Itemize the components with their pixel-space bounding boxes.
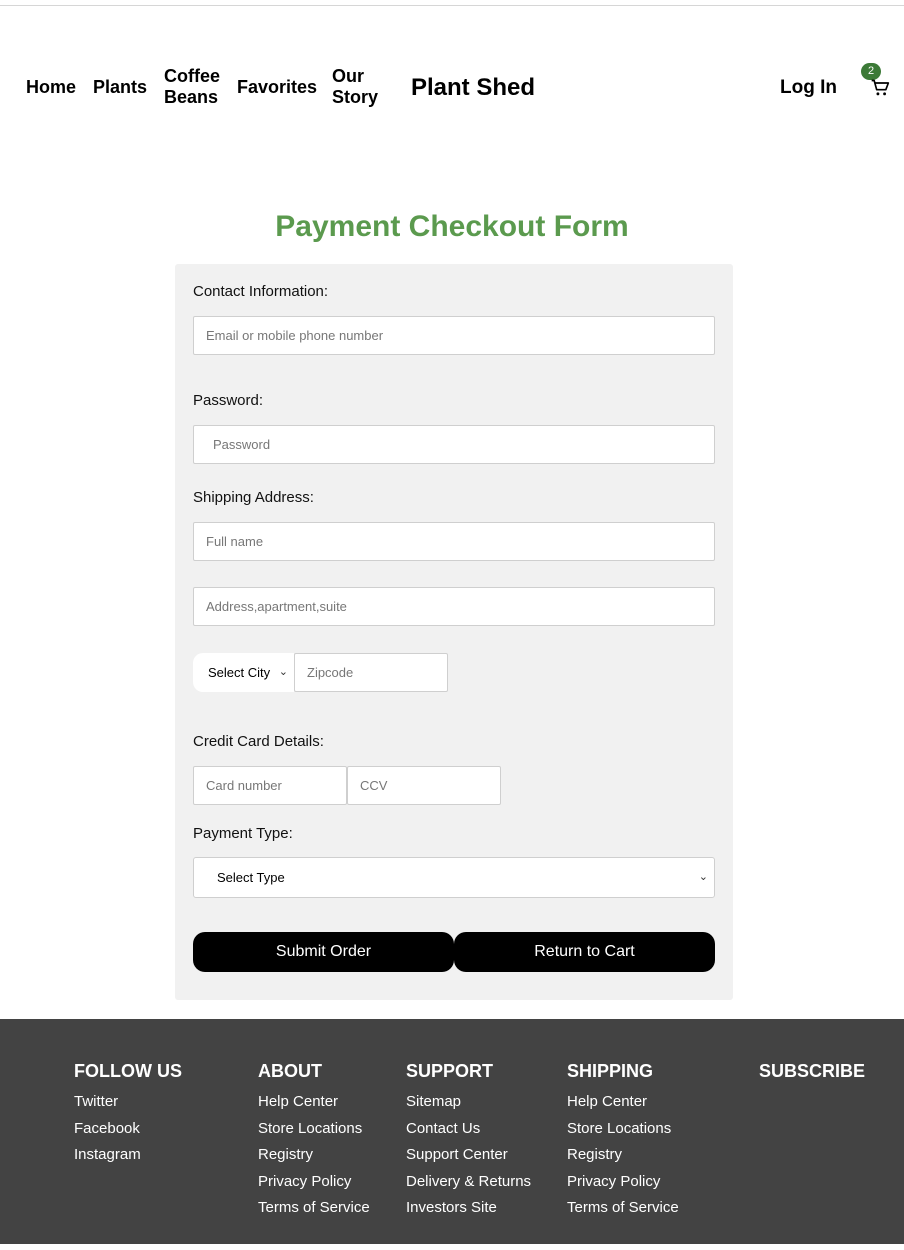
- chevron-down-icon: ⌄: [278, 666, 288, 678]
- contact-label: Contact Information:: [193, 283, 329, 300]
- top-divider: [0, 5, 904, 6]
- footer-column-follow-us: FOLLOW US Twitter Facebook Instagram: [74, 1061, 182, 1173]
- nav-home[interactable]: Home: [26, 77, 76, 98]
- footer-link-twitter[interactable]: Twitter: [74, 1093, 182, 1110]
- footer-link[interactable]: Store Locations: [567, 1120, 679, 1137]
- login-link[interactable]: Log In: [780, 77, 837, 99]
- checkout-form-panel: Contact Information: Password: Shipping …: [175, 264, 733, 1000]
- footer-column-subscribe: SUBSCRIBE: [759, 1061, 865, 1093]
- payment-type-value: Select Type: [217, 870, 285, 885]
- footer-link[interactable]: Investors Site: [406, 1199, 531, 1216]
- chevron-down-icon: ⌄: [698, 871, 708, 883]
- card-number-input[interactable]: [193, 766, 347, 805]
- shopping-cart-icon[interactable]: [870, 78, 890, 98]
- nav-plants[interactable]: Plants: [93, 77, 147, 98]
- footer-heading[interactable]: SUBSCRIBE: [759, 1061, 865, 1081]
- footer-link[interactable]: Help Center: [567, 1093, 679, 1110]
- ccv-input[interactable]: [347, 766, 501, 805]
- footer-link-facebook[interactable]: Facebook: [74, 1120, 182, 1137]
- submit-order-button[interactable]: Submit Order: [193, 932, 454, 972]
- city-select-value: Select City: [208, 665, 271, 680]
- footer-link[interactable]: Terms of Service: [258, 1199, 370, 1216]
- footer-link[interactable]: Store Locations: [258, 1120, 370, 1137]
- nav-our-story[interactable]: Our Story: [332, 66, 378, 108]
- address-input[interactable]: [193, 587, 715, 626]
- footer-heading: SHIPPING: [567, 1061, 654, 1081]
- footer-link[interactable]: Registry: [567, 1146, 679, 1163]
- footer-link[interactable]: Sitemap: [406, 1093, 531, 1110]
- full-name-input[interactable]: [193, 522, 715, 561]
- footer-heading: SUPPORT: [406, 1061, 494, 1081]
- password-label: Password:: [193, 392, 264, 409]
- footer-link[interactable]: Delivery & Returns: [406, 1173, 531, 1190]
- footer-heading: FOLLOW US: [74, 1061, 182, 1081]
- footer-column-support: SUPPORT Sitemap Contact Us Support Cente…: [406, 1061, 531, 1226]
- brand-logo[interactable]: Plant Shed: [411, 74, 535, 102]
- payment-type-label: Payment Type:: [193, 825, 293, 842]
- site-footer: FOLLOW US Twitter Facebook Instagram ABO…: [0, 1019, 904, 1244]
- footer-link[interactable]: Support Center: [406, 1146, 531, 1163]
- footer-link[interactable]: Privacy Policy: [567, 1173, 679, 1190]
- nav-favorites[interactable]: Favorites: [237, 77, 317, 98]
- footer-link[interactable]: Privacy Policy: [258, 1173, 370, 1190]
- footer-column-about: ABOUT Help Center Store Locations Regist…: [258, 1061, 370, 1226]
- nav-coffee-beans[interactable]: Coffee Beans: [164, 66, 220, 108]
- city-select[interactable]: Select City ⌄: [193, 653, 294, 692]
- footer-link[interactable]: Help Center: [258, 1093, 370, 1110]
- footer-link[interactable]: Terms of Service: [567, 1199, 679, 1216]
- shipping-label: Shipping Address:: [193, 489, 314, 506]
- footer-link[interactable]: Registry: [258, 1146, 370, 1163]
- return-to-cart-button[interactable]: Return to Cart: [454, 932, 715, 972]
- page-title: Payment Checkout Form: [275, 210, 629, 243]
- payment-type-select[interactable]: Select Type ⌄: [193, 857, 715, 898]
- top-navigation: Home Plants Coffee Beans Favorites Our S…: [0, 63, 904, 112]
- footer-link[interactable]: Contact Us: [406, 1120, 531, 1137]
- footer-link-instagram[interactable]: Instagram: [74, 1146, 182, 1163]
- footer-heading: ABOUT: [258, 1061, 322, 1081]
- footer-column-shipping: SHIPPING Help Center Store Locations Reg…: [567, 1061, 679, 1226]
- password-input[interactable]: [193, 425, 715, 464]
- zipcode-input[interactable]: [294, 653, 448, 692]
- card-details-label: Credit Card Details:: [193, 733, 324, 750]
- contact-input[interactable]: [193, 316, 715, 355]
